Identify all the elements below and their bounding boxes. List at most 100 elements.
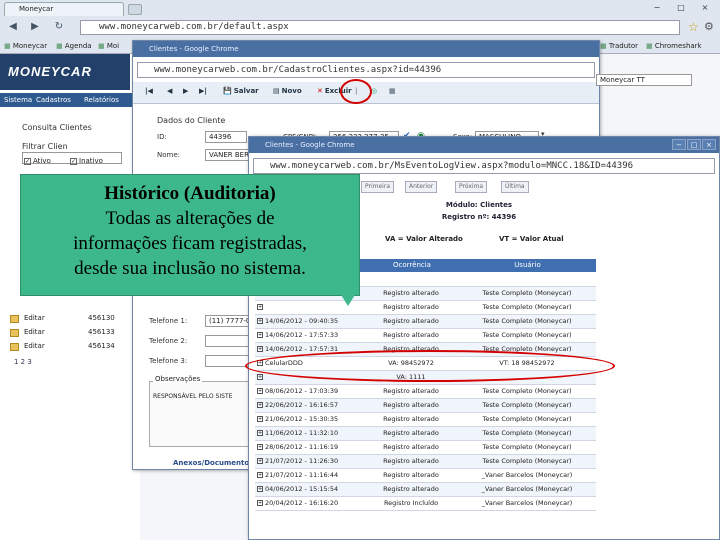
menu-cadastros[interactable]: Cadastros <box>36 93 71 107</box>
last-page-button[interactable]: Última <box>501 181 529 193</box>
address-bar[interactable]: www.moneycarweb.com.br/default.aspx <box>80 20 680 35</box>
logo: MONEYCAR <box>0 54 130 90</box>
bookmark-item[interactable]: Tradutor <box>600 38 638 54</box>
callout-title: Histórico (Auditoria) <box>104 183 276 204</box>
table-row[interactable]: +22/06/2012 - 16:16:57 Registro alterado T… <box>255 399 596 413</box>
expand-icon[interactable]: + <box>257 346 263 352</box>
prev-page-button[interactable]: Anterior <box>405 181 438 193</box>
back-icon[interactable]: ◀ <box>6 20 20 34</box>
window-url[interactable]: www.moneycarweb.com.br/CadastroClientes.… <box>137 62 595 78</box>
checkbox-inativo[interactable]: ✓ Inativo <box>70 157 103 165</box>
maximize-icon[interactable]: □ <box>687 139 701 150</box>
expand-icon[interactable]: + <box>257 444 263 450</box>
log-user: Teste Completo (Moneycar) <box>482 415 572 423</box>
expand-icon[interactable]: + <box>257 472 263 478</box>
bookmark-item[interactable]: Agenda <box>56 38 92 54</box>
expand-icon[interactable]: + <box>257 458 263 464</box>
log-event: Registro alterado <box>383 317 439 325</box>
last-record-icon[interactable]: ▶| <box>199 87 207 95</box>
checkbox-ativo[interactable]: ✓ Ativo <box>24 157 51 165</box>
bookmark-star-icon[interactable]: ☆ <box>688 20 699 34</box>
expand-icon[interactable]: + <box>257 486 263 492</box>
pagination[interactable]: 1 2 3 <box>14 358 32 366</box>
log-date: +22/06/2012 - 16:16:57 <box>257 399 367 412</box>
list-item[interactable]: Editar 456130 <box>10 314 130 328</box>
table-row[interactable]: +14/06/2012 - 17:57:33 Registro alterado T… <box>255 329 596 343</box>
window-url[interactable]: www.moneycarweb.com.br/MsEventoLogView.a… <box>253 158 715 174</box>
table-row[interactable]: +21/06/2012 - 15:30:35 Registro alterado T… <box>255 413 596 427</box>
log-date-text: 08/06/2012 - 17:03:39 <box>265 387 339 395</box>
expand-icon[interactable]: + <box>257 402 263 408</box>
bookmark-item[interactable]: Moi <box>98 38 119 54</box>
log-user: Teste Completo (Moneycar) <box>482 289 572 297</box>
name-field[interactable]: VANER BERC <box>205 149 253 161</box>
new-tab-button[interactable] <box>128 4 142 15</box>
expand-icon[interactable]: + <box>257 430 263 436</box>
table-row[interactable]: +04/06/2012 - 15:15:54 Registro alterado _… <box>255 483 596 497</box>
phone1-label: Telefone 1: <box>149 317 188 325</box>
table-row[interactable]: +20/04/2012 - 16:16:20 Registro Incluído _… <box>255 497 596 511</box>
wrench-icon[interactable]: ⚙ <box>704 20 714 33</box>
folder-icon <box>10 343 19 351</box>
name-label: Nome: <box>157 151 181 159</box>
list-item[interactable]: Editar 456133 <box>10 328 130 342</box>
print-icon[interactable]: ▦ <box>389 87 396 95</box>
expand-icon[interactable]: + <box>257 388 263 394</box>
save-button[interactable]: 💾 Salvar <box>223 87 259 95</box>
menu-sistema[interactable]: Sistema <box>4 93 32 107</box>
prev-record-icon[interactable]: ◀ <box>167 87 172 95</box>
close-icon[interactable]: × <box>702 139 716 150</box>
table-row[interactable]: +28/06/2012 - 11:16:19 Registro alterado T… <box>255 441 596 455</box>
new-button[interactable]: ▤ Novo <box>273 87 302 95</box>
log-event: Registro alterado <box>383 387 439 395</box>
list-item[interactable]: Editar 456134 <box>10 342 130 356</box>
checkbox-label: Ativo <box>33 157 51 165</box>
log-date-text: 21/06/2012 - 15:30:35 <box>265 415 339 423</box>
expand-icon[interactable]: + <box>257 416 263 422</box>
legend-vt: VT = Valor Atual <box>499 235 564 243</box>
callout-line: informações ficam registradas, <box>73 233 307 254</box>
log-user: Teste Completo (Moneycar) <box>482 457 572 465</box>
check-icon: ✓ <box>24 157 31 165</box>
minimize-icon[interactable]: − <box>672 139 686 150</box>
bookmark-item[interactable]: Chromeshark <box>646 38 702 54</box>
table-row[interactable]: +21/07/2012 - 11:16:44 Registro alterado _… <box>255 469 596 483</box>
expand-icon[interactable]: + <box>257 332 263 338</box>
log-date: +08/06/2012 - 17:03:39 <box>257 385 367 398</box>
next-page-button[interactable]: Próxima <box>455 181 488 193</box>
bookmark-item[interactable]: Moneycar <box>4 38 47 54</box>
first-page-button[interactable]: Primeira <box>361 181 394 193</box>
id-field[interactable]: 44396 <box>205 131 247 143</box>
log-pager: Primeira Anterior Próxima Última <box>361 181 541 193</box>
expand-icon[interactable]: + <box>257 374 263 380</box>
log-user: Teste Completo (Moneycar) <box>482 303 572 311</box>
close-icon[interactable]: × <box>696 2 714 14</box>
reload-icon[interactable]: ↻ <box>52 20 66 34</box>
log-user: Teste Completo (Moneycar) <box>482 387 572 395</box>
checkbox-label: Inativo <box>79 157 103 165</box>
observations-text: RESPONSÁVEL PELO SISTE <box>153 393 233 400</box>
window-title: Clientes - Google Chrome <box>133 41 599 57</box>
log-date: +28/06/2012 - 11:16:19 <box>257 441 367 454</box>
table-row[interactable]: +08/06/2012 - 17:03:39 Registro alterado T… <box>255 385 596 399</box>
maximize-icon[interactable]: □ <box>672 2 690 14</box>
user-select[interactable]: Moneycar TT <box>596 74 692 86</box>
first-record-icon[interactable]: |◀ <box>145 87 153 95</box>
minimize-icon[interactable]: − <box>648 2 666 14</box>
table-row[interactable]: +11/06/2012 - 11:32:10 Registro alterado T… <box>255 427 596 441</box>
expand-icon[interactable]: + <box>257 318 263 324</box>
browser-tab[interactable]: Moneycar <box>4 2 124 16</box>
table-row[interactable]: +14/06/2012 - 09:40:35 Registro alterado T… <box>255 315 596 329</box>
forward-icon[interactable]: ▶ <box>28 20 42 34</box>
menu-relatorios[interactable]: Relatórios <box>84 93 119 107</box>
table-row[interactable]: + Registro alterado Teste Completo (Moneyc… <box>255 301 596 315</box>
log-date-text: 21/07/2012 - 11:26:30 <box>265 457 339 465</box>
new-icon: ▤ <box>273 87 280 95</box>
expand-icon[interactable]: + <box>257 500 263 506</box>
phone3-label: Telefone 3: <box>149 357 188 365</box>
anexos-link[interactable]: Anexos/Documentos <box>173 459 253 467</box>
log-user: _Vaner Barcelos (Moneycar) <box>481 471 573 479</box>
next-record-icon[interactable]: ▶ <box>183 87 188 95</box>
table-row[interactable]: +21/07/2012 - 11:26:30 Registro alterado T… <box>255 455 596 469</box>
expand-icon[interactable]: + <box>257 304 263 310</box>
